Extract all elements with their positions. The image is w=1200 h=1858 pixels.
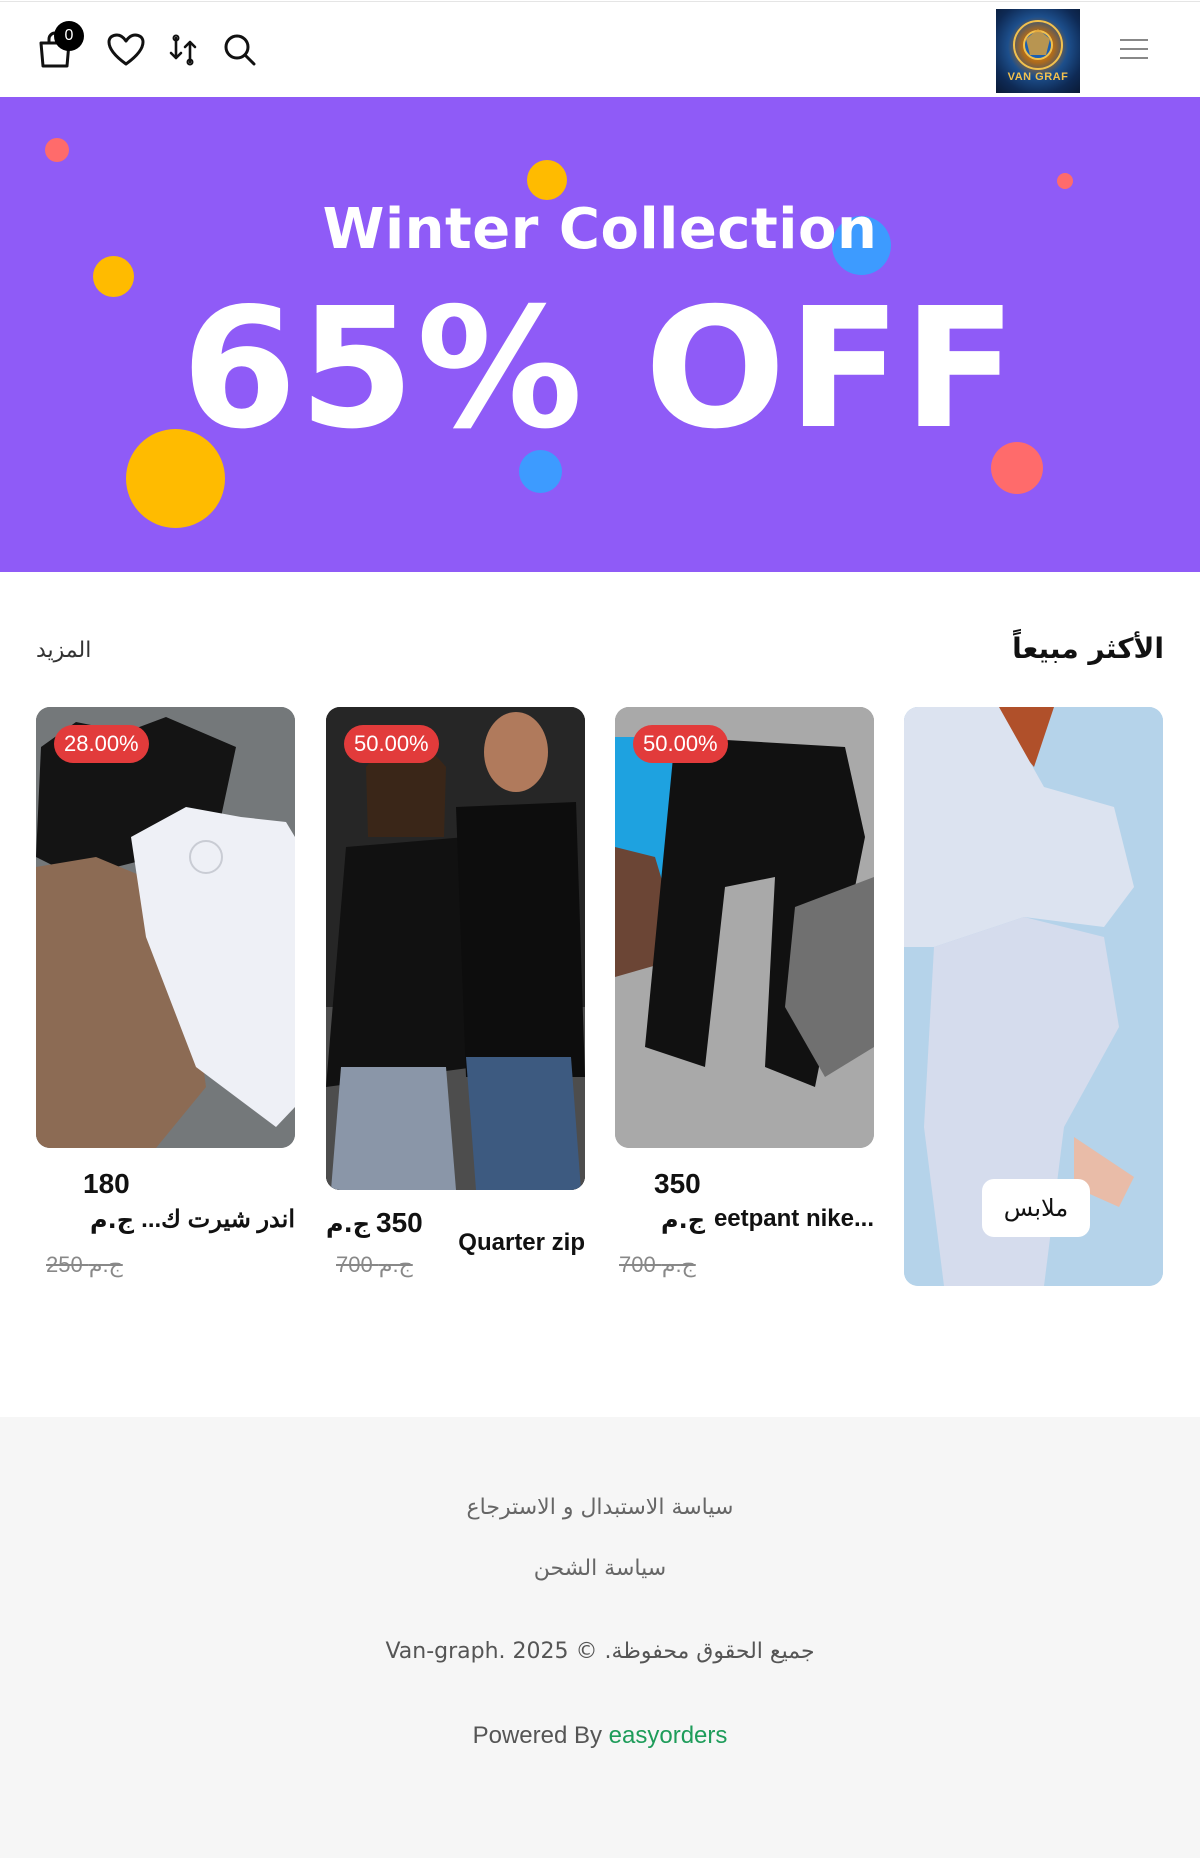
product-old-price: 250 ج.م <box>46 1252 123 1277</box>
search-icon[interactable] <box>217 27 263 73</box>
logo-text: VAN GRAF <box>1007 71 1069 83</box>
product-currency: ج.م <box>90 1206 135 1234</box>
powered-by: Powered By easyorders <box>0 1722 1200 1750</box>
discount-badge: 50.00% <box>344 725 439 763</box>
decor-dot <box>45 138 69 162</box>
product-price: 350 <box>654 1168 701 1199</box>
store-logo[interactable]: VAN GRAF <box>996 9 1080 93</box>
shipping-policy-link[interactable]: سياسة الشحن <box>0 1556 1200 1581</box>
product-image[interactable]: 50.00% <box>326 707 585 1190</box>
product-image[interactable]: 28.00% <box>36 707 295 1148</box>
site-footer <box>0 1417 1200 1858</box>
product-currency: ج.م <box>661 1206 706 1234</box>
compare-icon[interactable] <box>160 27 206 73</box>
product-old-price: 700 ج.م <box>336 1252 413 1277</box>
product-image[interactable]: 50.00% <box>615 707 874 1148</box>
menu-icon[interactable] <box>1120 39 1148 61</box>
product-card[interactable]: 28.00% اندر شيرت ك... 180 ج.م 250 ج.م <box>36 707 295 1277</box>
section-title: الأكثر مبيعاً <box>1012 632 1164 665</box>
product-name[interactable]: ...eetpant nike <box>714 1205 874 1233</box>
easyorders-link[interactable]: easyorders <box>609 1722 728 1749</box>
category-card[interactable]: ملابس <box>904 707 1163 1286</box>
banner-subtitle: Winter Collection <box>322 197 878 262</box>
product-card[interactable]: 50.00% ...eetpant nike 350 ج.م 700 ج.م <box>615 707 874 1277</box>
category-image[interactable]: ملابس <box>904 707 1163 1286</box>
promo-banner[interactable]: Winter Collection 65% OFF <box>0 97 1200 572</box>
product-card[interactable]: 50.00% Quarter zip 350 ج.م 700 ج.م <box>326 707 585 1277</box>
decor-dot <box>527 160 567 200</box>
decor-dot <box>1057 173 1073 189</box>
discount-badge: 50.00% <box>633 725 728 763</box>
product-price: 350 <box>376 1207 423 1238</box>
copyright-text: Van-graph. جميع الحقوق محفوظة. © 2025 <box>385 1639 815 1664</box>
exchange-policy-link[interactable]: سياسة الاستبدال و الاسترجاع <box>0 1495 1200 1520</box>
product-name[interactable]: اندر شيرت ك... <box>141 1205 295 1234</box>
banner-headline: 65% OFF <box>181 273 1019 466</box>
cart-count-badge: 0 <box>54 21 84 51</box>
site-header: 0 VAN GRAF <box>0 1 1200 97</box>
discount-badge: 28.00% <box>54 725 149 763</box>
product-name[interactable]: Quarter zip <box>458 1229 585 1257</box>
decor-dot <box>519 450 562 493</box>
category-label[interactable]: ملابس <box>982 1179 1090 1237</box>
product-price: 180 <box>83 1168 130 1199</box>
product-old-price: 700 ج.م <box>619 1252 696 1277</box>
heart-icon[interactable] <box>103 27 149 73</box>
more-link[interactable]: المزيد <box>36 638 91 663</box>
product-currency: ج.م <box>326 1210 371 1238</box>
powered-by-prefix: Powered By <box>472 1722 602 1749</box>
